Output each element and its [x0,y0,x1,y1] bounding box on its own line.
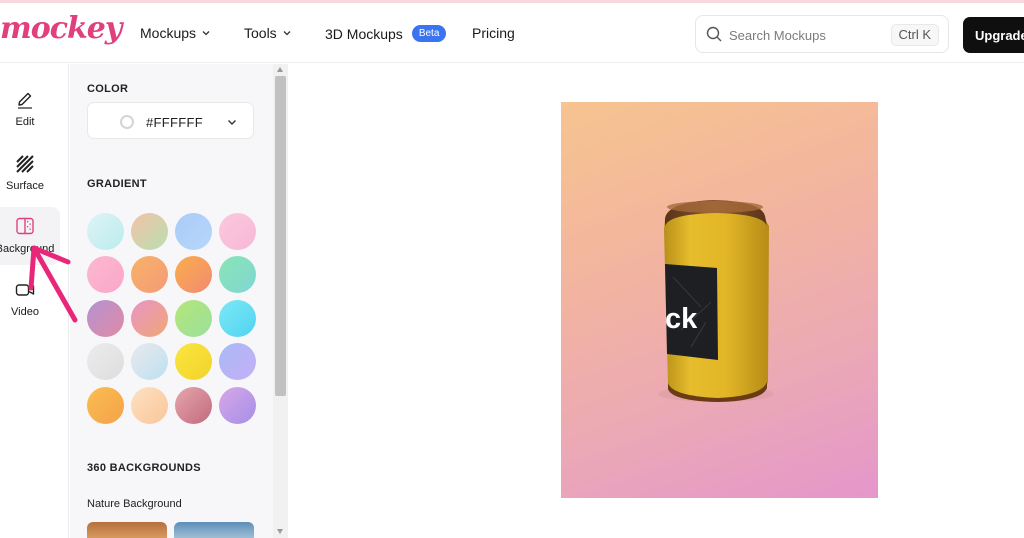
gradient-swatch[interactable] [219,213,256,250]
header: mockey Mockups Tools 3D Mockups Beta Pri… [0,3,1024,63]
sidebar-item-label: Video [11,306,39,318]
nature-background-title: Nature Background [87,498,182,510]
gradient-swatch[interactable] [131,300,168,337]
gradient-swatch[interactable] [87,387,124,424]
gradient-swatch[interactable] [219,387,256,424]
color-swatch [120,115,134,129]
backgrounds-section-title: 360 BACKGROUNDS [87,462,201,474]
gradient-swatch[interactable] [175,387,212,424]
nav-pricing[interactable]: Pricing [472,25,515,41]
sidebar-item-edit[interactable]: Edit [0,86,60,140]
video-icon [15,284,35,296]
gradient-swatch[interactable] [87,300,124,337]
gradient-swatch[interactable] [219,343,256,380]
search-placeholder: Search Mockups [729,28,826,43]
scrollbar-thumb[interactable] [275,76,286,396]
gradient-swatch[interactable] [131,256,168,293]
search-shortcut: Ctrl K [890,24,939,46]
sidebar-item-video[interactable]: Video [0,276,60,330]
texture-icon [16,155,34,173]
gradient-swatch[interactable] [219,300,256,337]
scroll-down-arrow-icon[interactable] [277,529,283,534]
nav-tools-label: Tools [244,25,277,41]
mockup-preview[interactable]: ck [561,102,878,498]
gradient-swatch[interactable] [131,387,168,424]
pencil-icon [18,92,32,109]
gradient-swatch[interactable] [175,256,212,293]
gradient-swatch[interactable] [87,343,124,380]
color-hex-value: #FFFFFF [146,115,203,130]
background-options-panel: COLOR #FFFFFF GRADIENT 360 BACKGROUNDS N… [70,64,273,538]
gradient-swatch[interactable] [219,256,256,293]
nav-pricing-label: Pricing [472,25,515,41]
gradient-swatch[interactable] [175,300,212,337]
nav-mockups[interactable]: Mockups [140,25,211,41]
color-section-title: COLOR [87,83,129,95]
scroll-up-arrow-icon[interactable] [277,67,283,72]
nav-3d-mockups[interactable]: 3D Mockups Beta [325,25,447,42]
gradient-swatch[interactable] [87,213,124,250]
can-label-text: ck [665,303,698,335]
gradient-swatch[interactable] [175,343,212,380]
nature-thumbnail[interactable] [87,522,167,538]
gradient-swatch[interactable] [131,343,168,380]
chevron-down-icon [202,31,210,36]
chevron-down-icon [283,31,291,36]
upgrade-button[interactable]: Upgrade [963,17,1024,53]
gradient-swatch[interactable] [175,213,212,250]
sidebar-item-surface[interactable]: Surface [0,150,60,204]
mockup-canvas: ck [289,64,1024,538]
beta-badge: Beta [411,25,447,42]
nature-thumbnail[interactable] [174,522,254,538]
sidebar-item-background[interactable]: Background [0,207,60,265]
sidebar-item-label: Surface [6,180,44,192]
sidebar-item-label: Background [0,243,55,255]
nav-tools[interactable]: Tools [244,25,292,41]
nav-mockups-label: Mockups [140,25,197,41]
soda-can-mockup: ck [658,200,774,402]
color-picker-select[interactable]: #FFFFFF [87,102,254,139]
sidebar-item-label: Edit [15,116,35,128]
tool-sidebar: Edit Surface Background Video [0,64,69,538]
background-icon [16,217,34,235]
nav-3d-mockups-label: 3D Mockups [325,25,403,42]
chevron-down-icon [228,120,236,125]
logo[interactable]: mockey [0,11,122,46]
search-input[interactable]: Search Mockups Ctrl K [695,15,949,53]
panel-scrollbar[interactable] [273,64,288,538]
gradient-swatch[interactable] [131,213,168,250]
gradient-section-title: GRADIENT [87,178,147,190]
gradient-swatch[interactable] [87,256,124,293]
search-icon [706,26,722,42]
